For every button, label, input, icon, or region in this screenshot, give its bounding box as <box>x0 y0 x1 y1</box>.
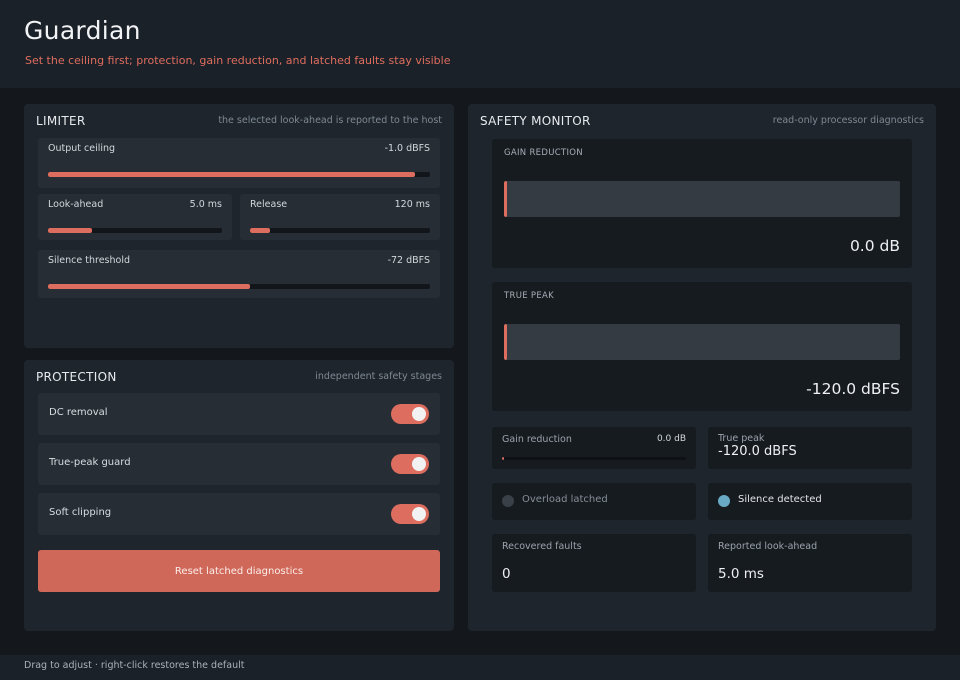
overload-latched-indicator: Overload latched <box>492 483 696 520</box>
silence-threshold-value: -72 dBFS <box>387 255 430 266</box>
protection-title: PROTECTION <box>36 370 117 384</box>
true-peak-meter: TRUE PEAK -120.0 dBFS <box>492 282 912 411</box>
reported-lookahead-label: Reported look-ahead <box>718 541 818 552</box>
silence-threshold-label: Silence threshold <box>48 255 131 266</box>
gain-reduction-tile-track <box>502 457 686 460</box>
footer-hint: Drag to adjust · right-click restores th… <box>24 660 245 671</box>
silence-threshold-slider[interactable]: Silence threshold -72 dBFS <box>38 250 440 298</box>
gain-reduction-meter-fill <box>504 181 507 217</box>
output-ceiling-value: -1.0 dBFS <box>384 143 430 154</box>
true-peak-meter-label: TRUE PEAK <box>504 291 554 301</box>
silence-led-icon <box>718 495 730 507</box>
safety-monitor-note: read-only processor diagnostics <box>772 115 924 126</box>
protection-note: independent safety stages <box>315 371 442 382</box>
toggle-knob <box>412 507 426 521</box>
safety-monitor-panel: SAFETY MONITOR read-only processor diagn… <box>468 104 936 631</box>
release-value: 120 ms <box>394 199 430 210</box>
gain-reduction-meter-label: GAIN REDUCTION <box>504 148 583 158</box>
lookahead-slider[interactable]: Look-ahead 5.0 ms <box>38 194 232 240</box>
recovered-faults-value: 0 <box>502 566 511 582</box>
output-ceiling-track[interactable] <box>48 172 430 177</box>
app-header: Guardian Set the ceiling first; protecti… <box>0 0 960 88</box>
silence-threshold-track[interactable] <box>48 284 430 289</box>
true-peak-guard-label: True-peak guard <box>49 457 131 468</box>
lookahead-label: Look-ahead <box>48 199 104 210</box>
release-track[interactable] <box>250 228 430 233</box>
release-slider[interactable]: Release 120 ms <box>240 194 440 240</box>
dc-removal-label: DC removal <box>49 407 108 418</box>
limiter-panel: LIMITER the selected look-ahead is repor… <box>24 104 454 348</box>
soft-clipping-label: Soft clipping <box>49 507 112 518</box>
safety-monitor-title: SAFETY MONITOR <box>480 114 591 128</box>
lookahead-value: 5.0 ms <box>189 199 222 210</box>
silence-threshold-fill <box>48 284 251 289</box>
true-peak-meter-value: -120.0 dBFS <box>806 380 900 398</box>
limiter-note: the selected look-ahead is reported to t… <box>218 115 442 126</box>
toggle-knob <box>412 407 426 421</box>
lookahead-fill <box>48 228 92 233</box>
lookahead-track[interactable] <box>48 228 222 233</box>
toggle-knob <box>412 457 426 471</box>
true-peak-guard-toggle[interactable] <box>391 454 429 474</box>
dc-removal-toggle[interactable] <box>391 404 429 424</box>
reported-lookahead-tile: Reported look-ahead 5.0 ms <box>708 534 912 592</box>
reported-lookahead-value: 5.0 ms <box>718 566 764 582</box>
true-peak-tile-value: -120.0 dBFS <box>718 444 797 459</box>
gain-reduction-tile-value: 0.0 dB <box>656 434 686 444</box>
gain-reduction-tile-label: Gain reduction <box>502 434 572 445</box>
output-ceiling-label: Output ceiling <box>48 143 116 154</box>
status-footer: Drag to adjust · right-click restores th… <box>0 655 960 680</box>
release-fill <box>250 228 270 233</box>
soft-clipping-toggle[interactable] <box>391 504 429 524</box>
gain-reduction-tile-fill <box>502 457 504 460</box>
reset-latched-diagnostics-button[interactable]: Reset latched diagnostics <box>38 550 440 592</box>
gain-reduction-meter-bar <box>504 181 900 217</box>
recovered-faults-tile: Recovered faults 0 <box>492 534 696 592</box>
soft-clipping-row: Soft clipping <box>38 493 440 535</box>
true-peak-tile-label: True peak <box>718 433 765 444</box>
silence-detected-label: Silence detected <box>738 494 822 505</box>
limiter-title: LIMITER <box>36 114 86 128</box>
overload-led-icon <box>502 495 514 507</box>
true-peak-meter-bar <box>504 324 900 360</box>
gain-reduction-tile: Gain reduction 0.0 dB <box>492 427 696 469</box>
overload-latched-label: Overload latched <box>522 494 608 505</box>
gain-reduction-meter-value: 0.0 dB <box>849 237 900 255</box>
app-title: Guardian <box>24 16 141 45</box>
app-subtitle: Set the ceiling first; protection, gain … <box>25 54 451 67</box>
protection-panel: PROTECTION independent safety stages DC … <box>24 360 454 631</box>
output-ceiling-slider[interactable]: Output ceiling -1.0 dBFS <box>38 138 440 188</box>
release-label: Release <box>250 199 288 210</box>
dc-removal-row: DC removal <box>38 393 440 435</box>
true-peak-guard-row: True-peak guard <box>38 443 440 485</box>
silence-detected-indicator: Silence detected <box>708 483 912 520</box>
true-peak-tile: True peak -120.0 dBFS <box>708 427 912 469</box>
gain-reduction-meter: GAIN REDUCTION 0.0 dB <box>492 139 912 268</box>
true-peak-meter-fill <box>504 324 507 360</box>
recovered-faults-label: Recovered faults <box>502 541 582 552</box>
output-ceiling-fill <box>48 172 415 177</box>
